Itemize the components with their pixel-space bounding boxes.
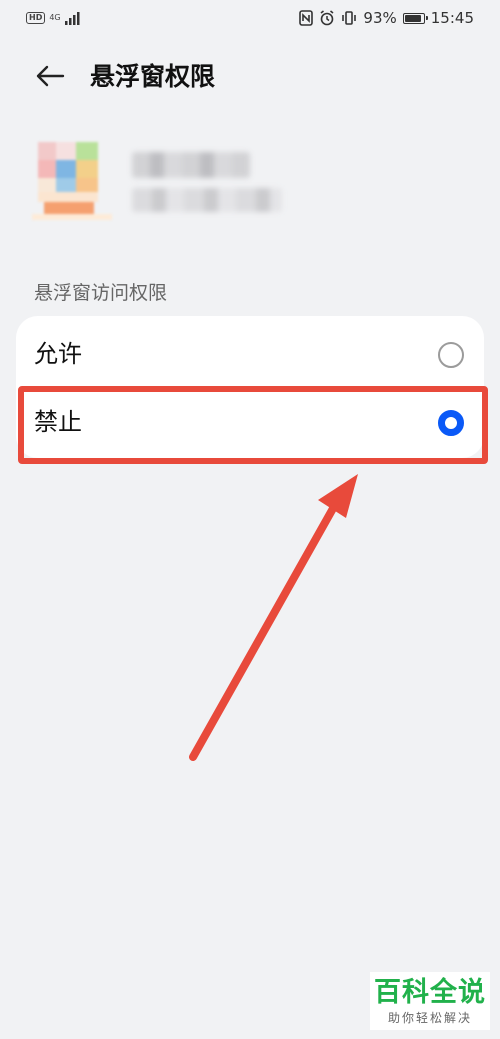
page-title: 悬浮窗权限: [90, 62, 216, 91]
status-time: 15:45: [430, 9, 474, 27]
vibrate-icon: [341, 10, 357, 26]
status-bar-right: 93% 15:45: [299, 9, 474, 27]
battery-icon: [402, 12, 428, 24]
watermark: 百科全说 助你轻松解决: [370, 972, 490, 1030]
back-button[interactable]: [28, 60, 72, 96]
permission-options-card: 允许 禁止: [16, 316, 484, 458]
nfc-icon: [299, 10, 314, 26]
network-type: 4G: [49, 14, 60, 22]
battery-fill: [404, 14, 422, 22]
network-type-label: 4G: [49, 13, 61, 22]
section-label: 悬浮窗访问权限: [34, 282, 168, 304]
watermark-subtitle: 助你轻松解决: [387, 1011, 472, 1025]
app-version-redacted: [132, 188, 282, 212]
hd-badge: HD: [26, 12, 46, 24]
radio-deny[interactable]: [438, 410, 464, 436]
watermark-title: 百科全说: [374, 977, 486, 1008]
status-bar-left: HD 4G: [26, 11, 83, 25]
alarm-icon: [319, 10, 335, 26]
battery-percent: 93%: [363, 9, 397, 27]
option-allow[interactable]: 允许: [16, 320, 484, 390]
option-deny-label: 禁止: [34, 408, 82, 436]
app-name-redacted: [132, 152, 250, 178]
signal-icon: [64, 11, 83, 25]
app-icon: [30, 138, 122, 222]
option-deny[interactable]: 禁止: [16, 388, 484, 458]
app-info: [30, 138, 470, 228]
app-header: 悬浮窗权限: [0, 52, 500, 102]
arrow-left-icon: [35, 64, 65, 92]
radio-allow[interactable]: [438, 342, 464, 368]
option-allow-label: 允许: [34, 340, 82, 368]
status-bar: HD 4G 93% 15:45: [0, 0, 500, 38]
